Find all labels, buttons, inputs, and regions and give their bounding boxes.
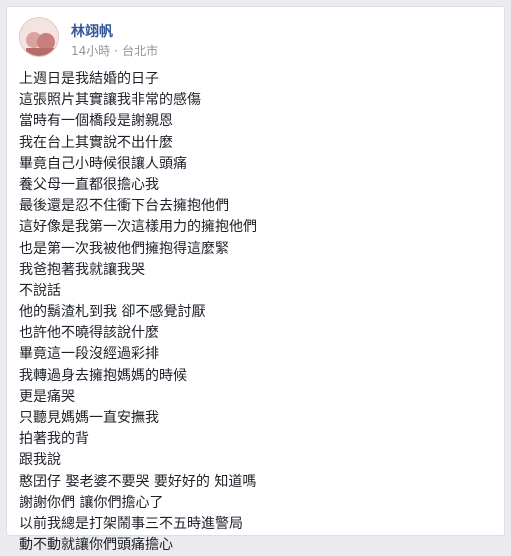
- avatar[interactable]: [19, 17, 59, 57]
- meta-separator: ·: [114, 43, 119, 58]
- post-text-line: 上週日是我結婚的日子: [19, 71, 159, 87]
- post-text-line: 跟我說: [19, 452, 61, 469]
- post-text-line: 這好像是我第一次這樣用力的擁抱他們: [19, 219, 257, 236]
- post-text-line: 我在台上其實說不出什麼: [19, 134, 173, 151]
- avatar-photo-icon: [20, 18, 58, 56]
- author-name[interactable]: 林翊帆: [71, 21, 113, 41]
- post-time[interactable]: 14小時: [71, 42, 110, 59]
- post-text-line: 更是痛哭: [19, 388, 75, 405]
- post-text-line: 我爸抱著我就讓我哭: [19, 261, 145, 278]
- post-card: 林翊帆 14小時 · 台北市 上週日是我結婚的日子這張照片其實讓我非常的感傷 當時…: [6, 6, 505, 553]
- post-text-line: 畢竟這一段沒經過彩排: [19, 346, 159, 363]
- post-text-line: 養父母一直都很擔心我: [19, 176, 159, 193]
- post-text-line: 也許他不曉得該說什麼: [19, 325, 159, 342]
- post-text-line: 他的鬍渣札到我 卻不感覺討厭: [19, 304, 206, 321]
- post-meta: 14小時 · 台北市: [71, 42, 158, 59]
- post-text-line: 最後還是忍不住衝下台去擁抱他們: [19, 198, 229, 215]
- post-text-line: 也是第一次我被他們擁抱得這麼緊: [19, 240, 229, 257]
- post-text-line: 憨囝仔 娶老婆不要哭 要好好的 知道嗎: [19, 473, 257, 490]
- post-location[interactable]: 台北市: [122, 42, 158, 59]
- post-text-line: 當時有一個橋段是謝親恩: [19, 113, 173, 130]
- post-text-line: 謝謝你們 讓你們擔心了: [19, 494, 164, 511]
- post-text-line: 這張照片其實讓我非常的感傷: [19, 92, 201, 109]
- post-text-line: 動不動就讓你們頭痛擔心: [19, 537, 173, 554]
- post-text-line: 拍著我的背: [19, 431, 89, 448]
- post-text-line: 以前我總是打架鬧事三不五時進警局: [19, 515, 243, 532]
- post-text-line: 不說話: [19, 282, 61, 299]
- post-text-line: 畢竟自己小時候很讓人頭痛: [19, 155, 187, 172]
- post-body: 上週日是我結婚的日子這張照片其實讓我非常的感傷 當時有一個橋段是謝親恩 我在台上其實…: [19, 69, 489, 556]
- post-text-line: 我轉過身去擁抱媽媽的時候: [19, 367, 187, 384]
- post-text-line: 只聽見媽媽一直安撫我: [19, 410, 159, 426]
